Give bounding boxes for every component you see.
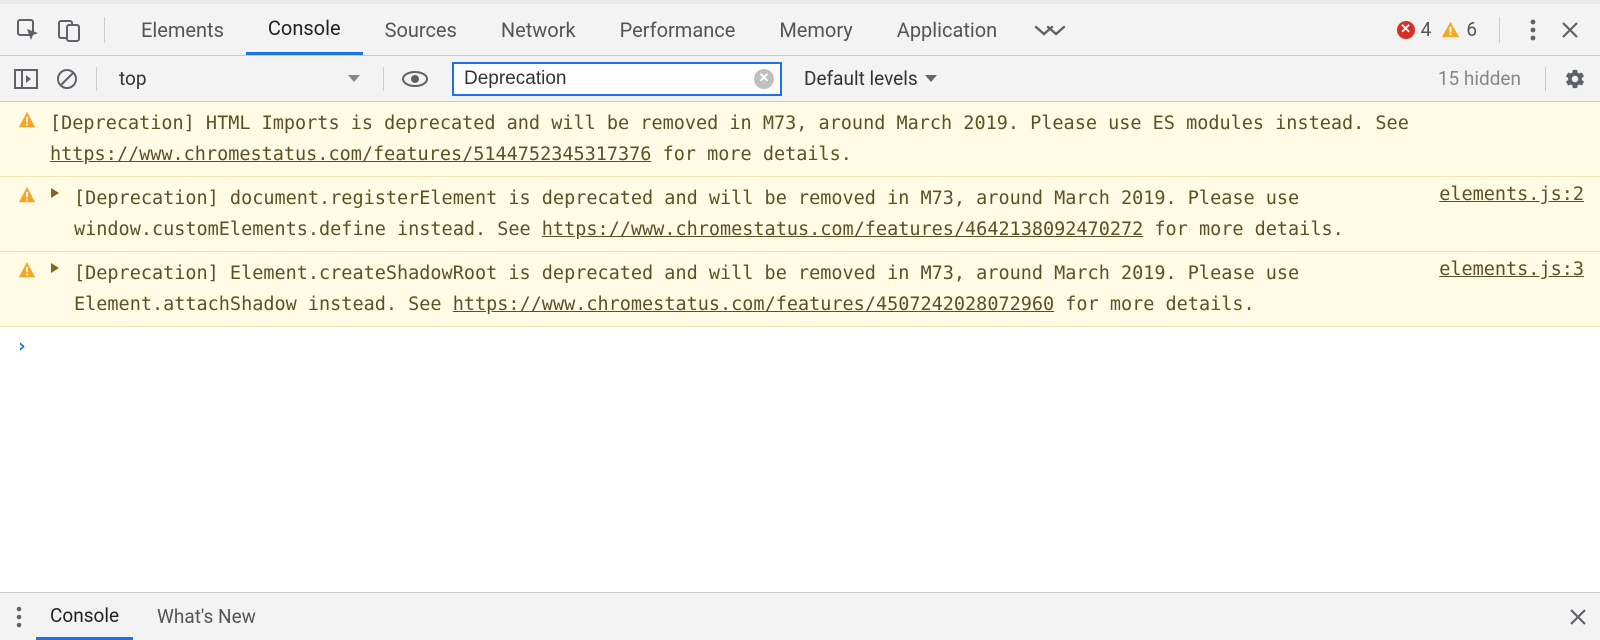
clear-console-icon[interactable] (56, 68, 78, 90)
clear-filter-icon[interactable]: ✕ (754, 69, 774, 89)
message-text: [Deprecation] document.registerElement i… (74, 183, 1427, 245)
tab-elements[interactable]: Elements (119, 4, 246, 55)
drawer-tab-console[interactable]: Console (36, 593, 133, 640)
message-source-link[interactable]: elements.js:3 (1439, 258, 1584, 280)
warning-icon (1441, 20, 1460, 39)
message-link[interactable]: https://www.chromestatus.com/features/46… (542, 219, 1143, 240)
hidden-messages-label[interactable]: 15 hidden (1438, 67, 1521, 90)
warning-icon (18, 183, 38, 204)
disclosure-triangle-icon[interactable] (50, 183, 62, 199)
console-toolbar: top ✕ Default levels 15 hidden (0, 56, 1600, 102)
console-output: [Deprecation] HTML Imports is deprecated… (0, 102, 1600, 592)
tab-performance[interactable]: Performance (598, 4, 758, 55)
devtools-tabbar: Elements Console Sources Network Perform… (0, 4, 1600, 56)
tab-memory[interactable]: Memory (757, 4, 874, 55)
message-text: [Deprecation] HTML Imports is deprecated… (50, 108, 1584, 170)
console-message[interactable]: [Deprecation] HTML Imports is deprecated… (0, 102, 1600, 177)
warning-icon (18, 258, 38, 279)
console-message[interactable]: [Deprecation] document.registerElement i… (0, 177, 1600, 252)
tab-network[interactable]: Network (479, 4, 598, 55)
warning-count-badge[interactable]: 6 (1441, 18, 1477, 41)
error-count-badge[interactable]: ✕ 4 (1397, 18, 1432, 41)
close-drawer-icon[interactable] (1568, 607, 1588, 627)
drawer-kebab-icon[interactable] (16, 606, 22, 628)
close-devtools-icon[interactable] (1554, 20, 1586, 40)
prompt-caret-icon: › (16, 335, 27, 357)
message-text: [Deprecation] Element.createShadowRoot i… (74, 258, 1427, 320)
message-link[interactable]: https://www.chromestatus.com/features/51… (50, 144, 651, 165)
console-message[interactable]: [Deprecation] Element.createShadowRoot i… (0, 252, 1600, 327)
device-toolbar-icon[interactable] (58, 18, 80, 42)
disclosure-triangle-icon[interactable] (50, 258, 62, 274)
drawer-tabbar: Console What's New (0, 592, 1600, 640)
levels-label: Default levels (804, 67, 918, 90)
context-label: top (119, 67, 147, 90)
inspect-element-icon[interactable] (16, 18, 40, 42)
caret-down-icon (924, 74, 938, 84)
tab-console[interactable]: Console (246, 4, 363, 55)
more-tabs-icon[interactable] (1019, 23, 1081, 37)
tab-sources[interactable]: Sources (363, 4, 479, 55)
kebab-menu-icon[interactable] (1522, 19, 1544, 41)
warning-count: 6 (1466, 18, 1477, 41)
toggle-sidebar-icon[interactable] (14, 69, 38, 89)
log-levels-selector[interactable]: Default levels (792, 67, 938, 90)
tab-application[interactable]: Application (875, 4, 1019, 55)
caret-down-icon (347, 74, 361, 84)
live-expression-icon[interactable] (402, 70, 428, 88)
message-link[interactable]: https://www.chromestatus.com/features/45… (453, 294, 1054, 315)
filter-input-wrapper: ✕ (452, 62, 782, 96)
error-icon: ✕ (1397, 21, 1415, 39)
warning-icon (18, 108, 38, 129)
drawer-tab-whatsnew[interactable]: What's New (143, 593, 270, 640)
filter-input[interactable] (464, 68, 754, 90)
message-source-link[interactable]: elements.js:2 (1439, 183, 1584, 205)
error-count: 4 (1421, 18, 1432, 41)
console-prompt[interactable]: › (0, 327, 1600, 365)
execution-context-selector[interactable]: top (115, 65, 365, 92)
console-settings-icon[interactable] (1564, 68, 1586, 90)
